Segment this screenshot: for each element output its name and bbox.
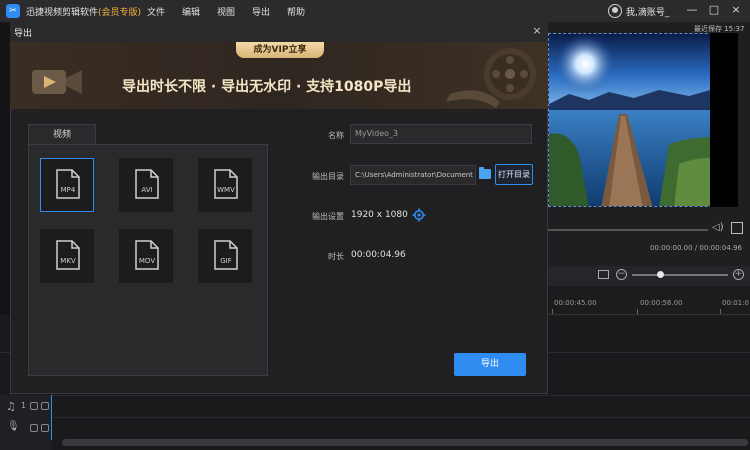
open-dir-button[interactable]: 打开目录 bbox=[495, 164, 533, 185]
ruler-label: 00:00:45.00 bbox=[554, 299, 597, 307]
menu-file[interactable]: 文件 bbox=[147, 5, 165, 18]
file-name-input[interactable]: MyVideo_3 bbox=[350, 124, 532, 144]
ruler-tick bbox=[552, 309, 553, 314]
music-track-icon: ♫ bbox=[6, 400, 16, 413]
duration-label: 时长 bbox=[328, 252, 344, 261]
preview-letterbox bbox=[710, 33, 738, 207]
format-label: WMV bbox=[217, 186, 235, 194]
vip-banner-tag: 成为VIP立享 bbox=[236, 42, 324, 58]
playback-progress-bar[interactable] bbox=[548, 229, 708, 231]
fit-timeline-icon[interactable] bbox=[598, 270, 609, 279]
format-label: GIF bbox=[220, 257, 232, 265]
format-label: MP4 bbox=[60, 186, 76, 194]
dialog-close-icon[interactable]: × bbox=[530, 24, 544, 38]
maximize-icon[interactable]: □ bbox=[707, 3, 721, 17]
timeline-toolbar bbox=[548, 266, 750, 286]
fullscreen-icon[interactable] bbox=[731, 222, 743, 234]
timeline-horizontal-scrollbar[interactable] bbox=[62, 439, 748, 446]
track-mute-icon[interactable] bbox=[41, 424, 49, 432]
export-button[interactable]: 导出 bbox=[454, 353, 526, 376]
format-label: AVI bbox=[141, 186, 153, 194]
ruler-tick bbox=[720, 309, 721, 314]
menu-view[interactable]: 视图 bbox=[217, 5, 235, 18]
ruler-label: 00:01:0 bbox=[722, 299, 749, 307]
file-icon bbox=[56, 240, 80, 270]
menu-help[interactable]: 帮助 bbox=[287, 5, 305, 18]
file-icon bbox=[135, 169, 159, 199]
format-label: MOV bbox=[138, 257, 156, 265]
volume-icon[interactable]: ◁) bbox=[712, 222, 726, 234]
output-dir-label: 输出目录 bbox=[312, 172, 344, 181]
file-icon bbox=[214, 169, 238, 199]
track-number: 1 bbox=[21, 401, 27, 410]
zoom-slider[interactable] bbox=[632, 274, 728, 276]
app-vip-badge: (会员专版) bbox=[98, 8, 142, 18]
timeline-playhead[interactable] bbox=[51, 395, 52, 440]
file-icon bbox=[214, 240, 238, 270]
film-reel-icon bbox=[446, 48, 536, 108]
user-avatar-icon[interactable] bbox=[608, 4, 622, 18]
window-close-icon[interactable]: × bbox=[729, 3, 743, 17]
format-wmv[interactable]: WMV bbox=[198, 158, 252, 212]
menu-edit[interactable]: 编辑 bbox=[182, 5, 200, 18]
track-divider bbox=[0, 417, 750, 418]
app-name: 迅捷视频剪辑软件(会员专版) bbox=[26, 5, 141, 18]
track-lock-icon[interactable] bbox=[30, 424, 38, 432]
format-avi[interactable]: AVI bbox=[119, 158, 173, 212]
track-divider bbox=[0, 395, 750, 396]
gear-icon[interactable] bbox=[412, 208, 426, 222]
ruler-tick bbox=[637, 309, 638, 314]
format-label: MKV bbox=[60, 257, 76, 265]
export-dialog-header bbox=[10, 22, 548, 42]
export-dialog-title: 导出 bbox=[14, 29, 33, 39]
playback-time-readout: 00:00:00.00 / 00:00:04.96 bbox=[650, 244, 742, 252]
output-settings-label: 输出设置 bbox=[312, 212, 344, 221]
name-label: 名称 bbox=[328, 131, 344, 140]
zoom-slider-handle[interactable] bbox=[657, 271, 664, 278]
video-camera-icon bbox=[32, 70, 82, 94]
zoom-out-icon[interactable]: − bbox=[616, 269, 627, 280]
format-mp4[interactable]: MP4 bbox=[40, 158, 94, 212]
duration-value: 00:00:04.96 bbox=[351, 250, 406, 260]
voice-track-icon: 🎙 bbox=[7, 421, 20, 432]
menu-export[interactable]: 导出 bbox=[252, 5, 270, 18]
track-lock-icon[interactable] bbox=[30, 402, 38, 410]
format-mkv[interactable]: MKV bbox=[40, 229, 94, 283]
ruler-label: 00:00:56.00 bbox=[640, 299, 683, 307]
user-account-name[interactable]: 我,滴账号_ bbox=[626, 5, 669, 18]
format-gif[interactable]: GIF bbox=[198, 229, 252, 283]
minimize-icon[interactable]: — bbox=[685, 3, 699, 17]
app-name-prefix: 迅捷视频剪辑软件 bbox=[26, 8, 99, 18]
folder-icon[interactable] bbox=[479, 167, 491, 179]
tab-video-formats[interactable]: 视频 bbox=[28, 124, 96, 145]
vip-banner-headline: 导出时长不限 · 导出无水印 · 支持1080P导出 bbox=[122, 79, 412, 95]
zoom-in-icon[interactable]: + bbox=[733, 269, 744, 280]
track-mute-icon[interactable] bbox=[41, 402, 49, 410]
app-logo-icon: ✂ bbox=[6, 4, 20, 18]
output-resolution: 1920 x 1080 bbox=[351, 210, 408, 220]
file-icon bbox=[56, 169, 80, 199]
file-icon bbox=[135, 240, 159, 270]
format-mov[interactable]: MOV bbox=[119, 229, 173, 283]
output-dir-input[interactable]: C:\Users\Administrator\Document bbox=[350, 165, 476, 185]
